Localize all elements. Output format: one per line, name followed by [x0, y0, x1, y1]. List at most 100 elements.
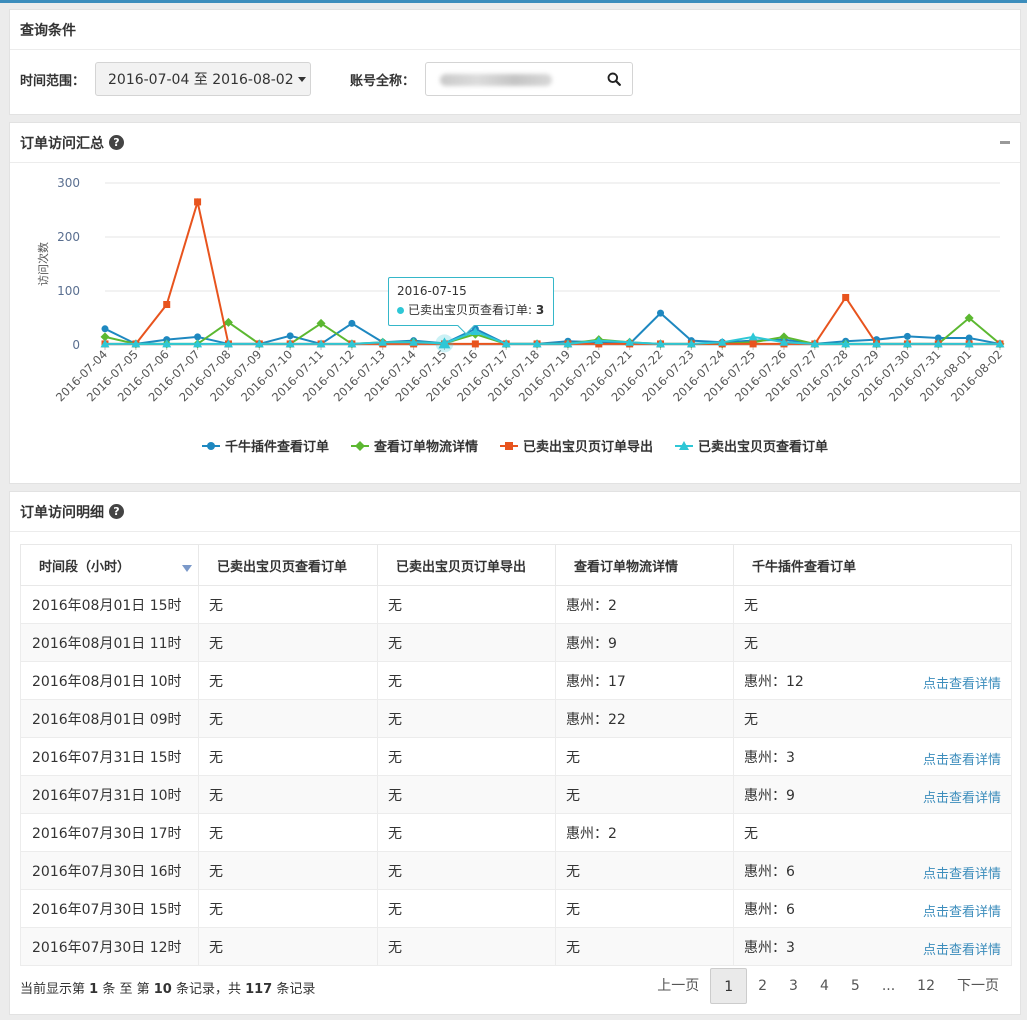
order-visit-detail-panel: 订单访问明细 ? 时间段（小时） 已卖出宝贝页查看订单 已卖出宝贝页订单导出 查…	[9, 491, 1021, 1015]
view-detail-link[interactable]: 点击查看详情	[923, 863, 1001, 882]
view-detail-link[interactable]: 点击查看详情	[923, 673, 1001, 692]
legend-marker-icon	[201, 441, 220, 450]
cell-text: 无	[388, 787, 402, 804]
blurred-account-value	[440, 74, 552, 86]
page-button-1[interactable]: 1	[710, 968, 748, 1004]
column-header-time[interactable]: 时间段（小时）	[20, 544, 199, 586]
collapse-minus-icon[interactable]	[1000, 141, 1010, 144]
table-row: 2016年08月01日 10时 无 无 惠州：17 惠州：12 点击查看详情	[20, 661, 1012, 700]
table-row: 2016年07月30日 15时 无 无 无 惠州：6 点击查看详情	[20, 889, 1012, 928]
tooltip-line: 已卖出宝贝页查看订单: 3	[397, 301, 545, 318]
cell-text: 无	[566, 787, 580, 804]
view-detail-link[interactable]: 点击查看详情	[923, 749, 1001, 768]
question-circle-icon[interactable]: ?	[109, 135, 124, 150]
sort-desc-icon[interactable]	[182, 565, 192, 572]
column-header-label: 查看订单物流详情	[574, 559, 679, 575]
page-button-5[interactable]: 5	[840, 968, 871, 1004]
page-button-3[interactable]: 3	[778, 968, 809, 1004]
cell-text: 2016年08月01日 15时	[32, 597, 182, 614]
legend-item[interactable]: 查看订单物流详情	[350, 436, 478, 455]
legend-label: 查看订单物流详情	[373, 440, 478, 455]
cell-text: 惠州：6	[744, 901, 795, 918]
tooltip-value: 3	[535, 303, 545, 317]
view-detail-link[interactable]: 点击查看详情	[923, 901, 1001, 920]
summary-panel-title: 订单访问汇总 ?	[10, 123, 1020, 163]
info-end: 10	[153, 982, 172, 997]
column-header-qianniu: 千牛插件查看订单	[733, 544, 1012, 586]
table-cell: 2016年07月31日 15时	[20, 737, 199, 776]
table-cell: 惠州：17	[555, 661, 734, 700]
page-button-2[interactable]: 2	[747, 968, 778, 1004]
table-cell: 惠州：9	[555, 623, 734, 662]
account-search-input[interactable]	[425, 62, 633, 96]
table-cell: 惠州：3 点击查看详情	[733, 927, 1012, 966]
cell-text: 2016年08月01日 11时	[32, 635, 182, 652]
info-text: 条记录	[272, 982, 316, 997]
cell-text: 无	[744, 825, 758, 842]
cell-text: 无	[209, 939, 223, 956]
legend-label: 千牛插件查看订单	[224, 440, 329, 455]
page-button-4[interactable]: 4	[809, 968, 840, 1004]
cell-text: 惠州：2	[566, 597, 617, 614]
view-detail-link[interactable]: 点击查看详情	[923, 787, 1001, 806]
table-cell: 无	[733, 623, 1012, 662]
cell-text: 无	[744, 597, 758, 614]
cell-text: 惠州：6	[744, 863, 795, 880]
tooltip-date: 2016-07-15	[397, 284, 467, 298]
data-point	[348, 319, 356, 327]
chart-legend: 千牛插件查看订单 查看订单物流详情 已卖出宝贝页订单导出 已卖出宝贝页查看订单	[10, 436, 1020, 455]
table-cell: 无	[733, 813, 1012, 852]
page-ellipsis[interactable]: ...	[871, 968, 906, 1004]
table-cell: 惠州：22	[555, 699, 734, 738]
table-row: 2016年07月31日 15时 无 无 无 惠州：3 点击查看详情	[20, 737, 1012, 776]
y-tick-label: 200	[57, 230, 80, 244]
cell-text: 无	[566, 863, 580, 880]
next-page-button[interactable]: 下一页	[946, 968, 1010, 1004]
table-cell: 无	[733, 699, 1012, 738]
table-cell: 2016年07月30日 17时	[20, 813, 199, 852]
legend-item[interactable]: 已卖出宝贝页订单导出	[500, 436, 653, 455]
legend-label: 已卖出宝贝页查看订单	[698, 440, 829, 455]
legend-marker-icon	[675, 440, 694, 450]
legend-item[interactable]: 千牛插件查看订单	[201, 436, 329, 455]
cell-text: 无	[209, 673, 223, 690]
cell-text: 2016年08月01日 10时	[32, 673, 182, 690]
view-detail-link[interactable]: 点击查看详情	[923, 939, 1001, 958]
table-row: 2016年07月30日 12时 无 无 无 惠州：3 点击查看详情	[20, 927, 1012, 966]
table-cell: 无	[733, 585, 1012, 624]
search-icon[interactable]	[607, 72, 621, 86]
table-cell: 无	[377, 585, 556, 624]
table-cell: 2016年07月30日 12时	[20, 927, 199, 966]
legend-marker-icon	[500, 441, 518, 450]
table-cell: 无	[198, 851, 378, 890]
detail-title-text: 订单访问明细	[20, 504, 104, 521]
tooltip-series-dot	[397, 307, 404, 314]
cell-text: 无	[209, 825, 223, 842]
table-cell: 无	[198, 661, 378, 700]
cell-text: 无	[388, 673, 402, 690]
summary-title-text: 订单访问汇总	[20, 135, 104, 152]
legend-label: 已卖出宝贝页订单导出	[523, 440, 654, 455]
info-total: 117	[245, 982, 273, 997]
legend-item[interactable]: 已卖出宝贝页查看订单	[675, 436, 828, 455]
data-point	[286, 332, 294, 340]
column-header-export: 已卖出宝贝页订单导出	[377, 544, 556, 586]
query-panel-title: 查询条件	[10, 10, 1020, 50]
detail-table: 时间段（小时） 已卖出宝贝页查看订单 已卖出宝贝页订单导出 查看订单物流详情 千…	[20, 544, 1012, 966]
question-circle-icon[interactable]: ?	[109, 504, 124, 519]
date-range-dropdown[interactable]: 2016-07-04 至 2016-08-02	[95, 62, 311, 96]
page-button-12[interactable]: 12	[906, 968, 946, 1004]
cell-text: 2016年07月30日 15时	[32, 901, 182, 918]
data-point	[194, 198, 202, 206]
table-cell: 惠州：2	[555, 813, 734, 852]
data-point	[842, 293, 850, 301]
cell-text: 无	[209, 901, 223, 918]
cell-text: 无	[388, 863, 402, 880]
table-cell: 2016年08月01日 09时	[20, 699, 199, 738]
prev-page-button[interactable]: 上一页	[646, 968, 710, 1004]
cell-text: 无	[388, 711, 402, 728]
y-tick-label: 100	[57, 284, 80, 298]
y-axis-label: 访问次数	[36, 242, 50, 286]
cell-text: 无	[388, 749, 402, 766]
cell-text: 惠州：9	[744, 787, 795, 804]
